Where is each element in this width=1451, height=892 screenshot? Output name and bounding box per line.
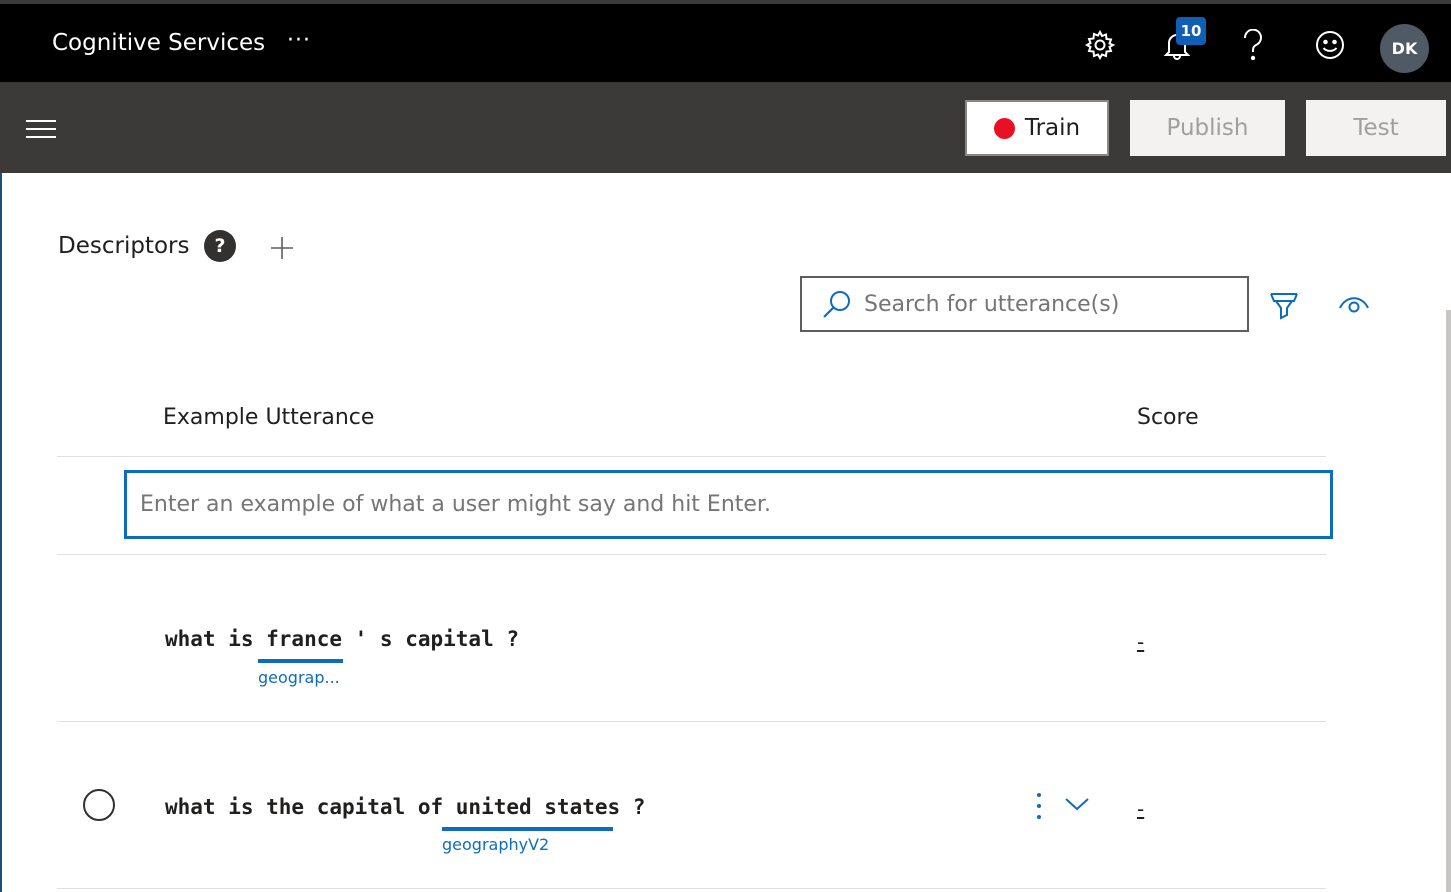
new-utterance-field[interactable]: [124, 470, 1333, 539]
settings-gear-icon[interactable]: [1083, 28, 1117, 62]
hamburger-menu-icon[interactable]: [26, 120, 56, 138]
score-value[interactable]: -: [1137, 797, 1144, 821]
search-input[interactable]: [864, 291, 1234, 317]
header-divider: [57, 456, 1326, 457]
utterance-search-box[interactable]: [800, 276, 1249, 332]
descriptors-heading: Descriptors: [58, 233, 190, 259]
publish-button[interactable]: Publish: [1130, 100, 1285, 156]
user-avatar[interactable]: DK: [1380, 24, 1429, 73]
column-header-score[interactable]: Score: [1137, 405, 1199, 430]
left-edge-border: [0, 173, 2, 892]
entity-label[interactable]: geograp...: [258, 668, 340, 687]
notification-count-badge: 10: [1176, 17, 1206, 45]
publish-button-label: Publish: [1166, 115, 1249, 141]
add-descriptor-plus-icon[interactable]: [269, 235, 295, 261]
row-select-radio[interactable]: [83, 789, 115, 821]
row-divider: [57, 554, 1326, 555]
utterance-text[interactable]: what is france ' s capital ?: [165, 627, 519, 651]
smiley-feedback-icon[interactable]: [1313, 28, 1347, 62]
more-options-button[interactable]: ···: [287, 28, 311, 53]
top-bar: Cognitive Services ··· 10 DK: [0, 0, 1451, 82]
toolbar: Train Publish Test: [0, 82, 1451, 173]
app-title[interactable]: Cognitive Services: [52, 30, 265, 56]
utterance-text[interactable]: what is the capital of united states ?: [165, 795, 645, 819]
filter-icon[interactable]: [1268, 289, 1300, 321]
more-actions-kebab-icon[interactable]: [1029, 790, 1049, 822]
test-button-label: Test: [1353, 115, 1399, 141]
train-button-label: Train: [1024, 115, 1081, 141]
entity-underline[interactable]: [442, 827, 613, 831]
vertical-scrollbar[interactable]: [1446, 310, 1451, 892]
row-divider: [57, 721, 1326, 722]
entity-label[interactable]: geographyV2: [442, 835, 549, 854]
score-value[interactable]: -: [1137, 630, 1144, 654]
app-frame: Cognitive Services ··· 10 DK Train Publi…: [0, 0, 1451, 892]
column-header-utterance: Example Utterance: [163, 405, 375, 430]
chevron-down-icon[interactable]: [1063, 794, 1091, 814]
new-utterance-input[interactable]: [140, 492, 1290, 517]
eye-view-icon[interactable]: [1337, 289, 1371, 319]
search-icon: [823, 291, 850, 318]
test-button[interactable]: Test: [1306, 100, 1446, 156]
row-divider: [57, 888, 1326, 889]
entity-underline[interactable]: [258, 659, 343, 663]
train-status-dot: [993, 117, 1015, 139]
descriptors-help-icon[interactable]: ?: [204, 230, 236, 262]
train-button[interactable]: Train: [965, 100, 1109, 156]
help-icon[interactable]: [1236, 28, 1270, 62]
